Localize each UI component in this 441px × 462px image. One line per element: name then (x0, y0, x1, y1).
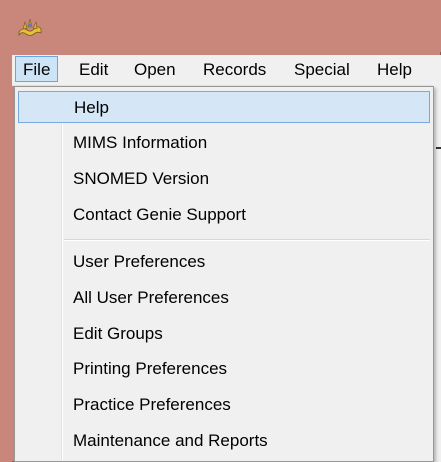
menu-item-maintenance-and-reports[interactable]: Maintenance and Reports (18, 425, 430, 457)
menu-item-label: User Preferences (73, 252, 206, 271)
menu-item-label: All User Preferences (73, 288, 229, 307)
menu-bar: File Edit Open Records Special Help (12, 55, 441, 86)
genie-app-icon (18, 18, 42, 37)
menu-item-label: Contact Genie Support (73, 205, 246, 224)
menu-item-label: Practice Preferences (73, 395, 231, 414)
menu-file[interactable]: File (15, 56, 59, 82)
menu-item-all-user-preferences[interactable]: All User Preferences (18, 282, 430, 314)
menu-special[interactable]: Special (294, 58, 350, 82)
menu-separator-highlight (64, 240, 430, 241)
menu-item-edit-groups[interactable]: Edit Groups (18, 318, 430, 350)
menu-item-contact-genie-support[interactable]: Contact Genie Support (18, 199, 430, 231)
menu-item-help[interactable]: Help (18, 91, 430, 123)
menu-item-label: Edit Groups (73, 324, 163, 343)
menu-help[interactable]: Help (377, 58, 412, 82)
menu-item-user-preferences[interactable]: User Preferences (18, 246, 430, 278)
menu-item-label: MIMS Information (73, 133, 208, 152)
menu-item-snomed-version[interactable]: SNOMED Version (18, 163, 430, 195)
menu-item-label: Printing Preferences (73, 359, 228, 378)
menu-item-printing-preferences[interactable]: Printing Preferences (18, 353, 430, 385)
window-left-border (0, 52, 12, 462)
menu-item-label: Maintenance and Reports (73, 431, 268, 450)
menu-records[interactable]: Records (203, 58, 266, 82)
file-menu-dropdown: Help MIMS Information SNOMED Version Con… (14, 86, 434, 462)
menu-item-label: SNOMED Version (73, 169, 210, 188)
menu-edit[interactable]: Edit (79, 58, 108, 82)
background-window-edge (433, 85, 441, 462)
menu-open[interactable]: Open (134, 58, 176, 82)
menu-item-practice-preferences[interactable]: Practice Preferences (18, 389, 430, 421)
title-bar (0, 0, 441, 52)
menu-item-mims-information[interactable]: MIMS Information (18, 127, 430, 159)
menu-item-label: Help (74, 98, 109, 117)
